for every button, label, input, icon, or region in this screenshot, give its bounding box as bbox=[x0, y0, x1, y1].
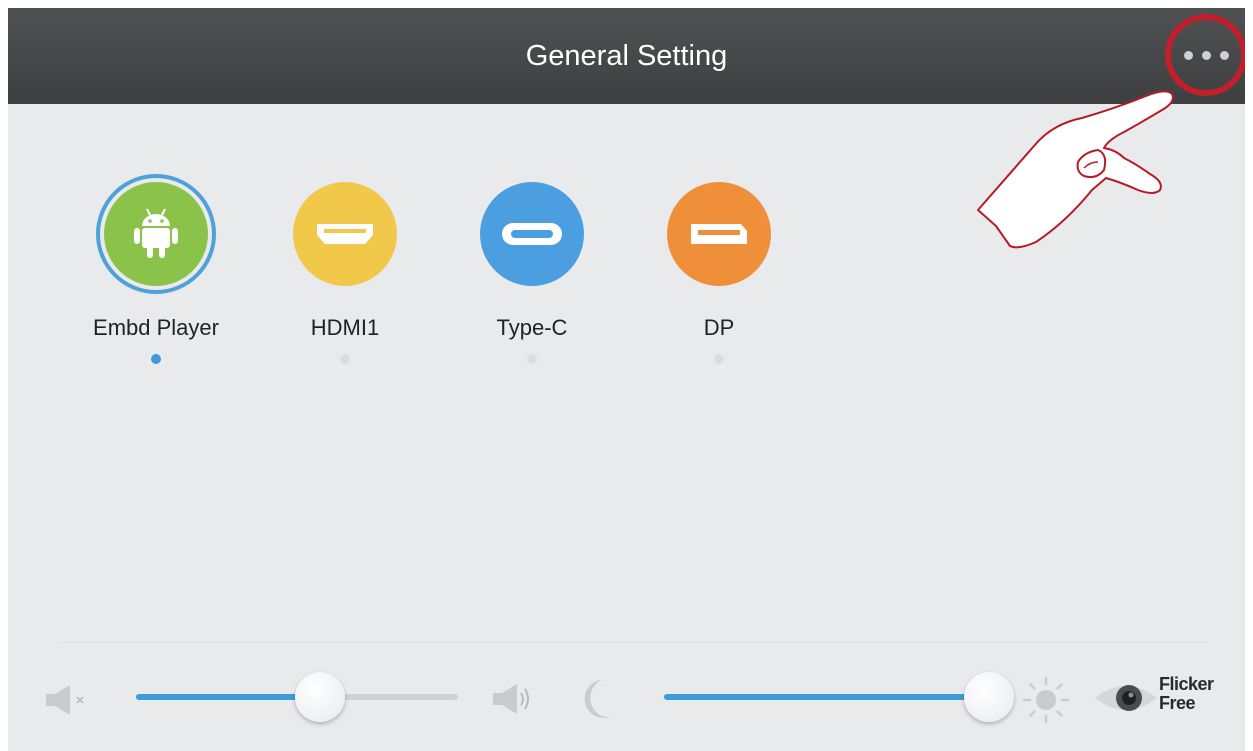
source-ring bbox=[285, 174, 405, 294]
selection-indicator bbox=[340, 354, 350, 364]
displayport-icon bbox=[667, 182, 771, 286]
flicker-free-text: Flicker Free bbox=[1159, 675, 1214, 713]
source-label: Type-C bbox=[496, 315, 568, 340]
flicker-text-line2: Free bbox=[1159, 693, 1196, 713]
brightness-slider-track[interactable] bbox=[664, 694, 986, 700]
source-dp[interactable]: DP bbox=[629, 174, 809, 364]
source-label: DP bbox=[703, 315, 735, 340]
sun-icon[interactable] bbox=[1022, 676, 1070, 724]
android-icon bbox=[104, 182, 208, 286]
usb-c-port-icon bbox=[480, 182, 584, 286]
more-dots-icon bbox=[1183, 50, 1193, 60]
volume-slider-fill bbox=[136, 694, 320, 700]
volume-icon[interactable] bbox=[493, 682, 533, 716]
divider bbox=[58, 642, 1208, 643]
eye-icon bbox=[1095, 685, 1157, 711]
selected-ring bbox=[96, 174, 216, 294]
flicker-free-badge: Flicker Free bbox=[1093, 672, 1233, 722]
source-label: HDMI1 bbox=[310, 315, 380, 340]
selection-indicator bbox=[714, 354, 724, 364]
volume-slider-thumb[interactable] bbox=[295, 672, 345, 722]
more-dots-icon-dot-2 bbox=[1201, 50, 1211, 60]
hdmi-port-icon bbox=[293, 182, 397, 286]
source-ring bbox=[472, 174, 592, 294]
brightness-slider-thumb[interactable] bbox=[964, 672, 1014, 722]
moon-icon[interactable] bbox=[578, 678, 614, 720]
selection-indicator bbox=[527, 354, 537, 364]
mute-icon[interactable] bbox=[46, 684, 92, 716]
source-label: Embd Player bbox=[93, 315, 219, 340]
source-embd-player[interactable]: Embd Player bbox=[66, 174, 246, 364]
general-setting-window: General Setting Embd Player HDMI1 Type-C… bbox=[8, 8, 1245, 751]
source-hdmi1[interactable]: HDMI1 bbox=[255, 174, 435, 364]
source-type-c[interactable]: Type-C bbox=[442, 174, 622, 364]
flicker-text-line1: Flicker bbox=[1159, 674, 1214, 694]
more-dots-icon-dot-3 bbox=[1219, 50, 1229, 60]
pointing-hand-icon bbox=[977, 90, 1174, 249]
source-ring bbox=[659, 174, 779, 294]
selection-indicator bbox=[151, 354, 161, 364]
